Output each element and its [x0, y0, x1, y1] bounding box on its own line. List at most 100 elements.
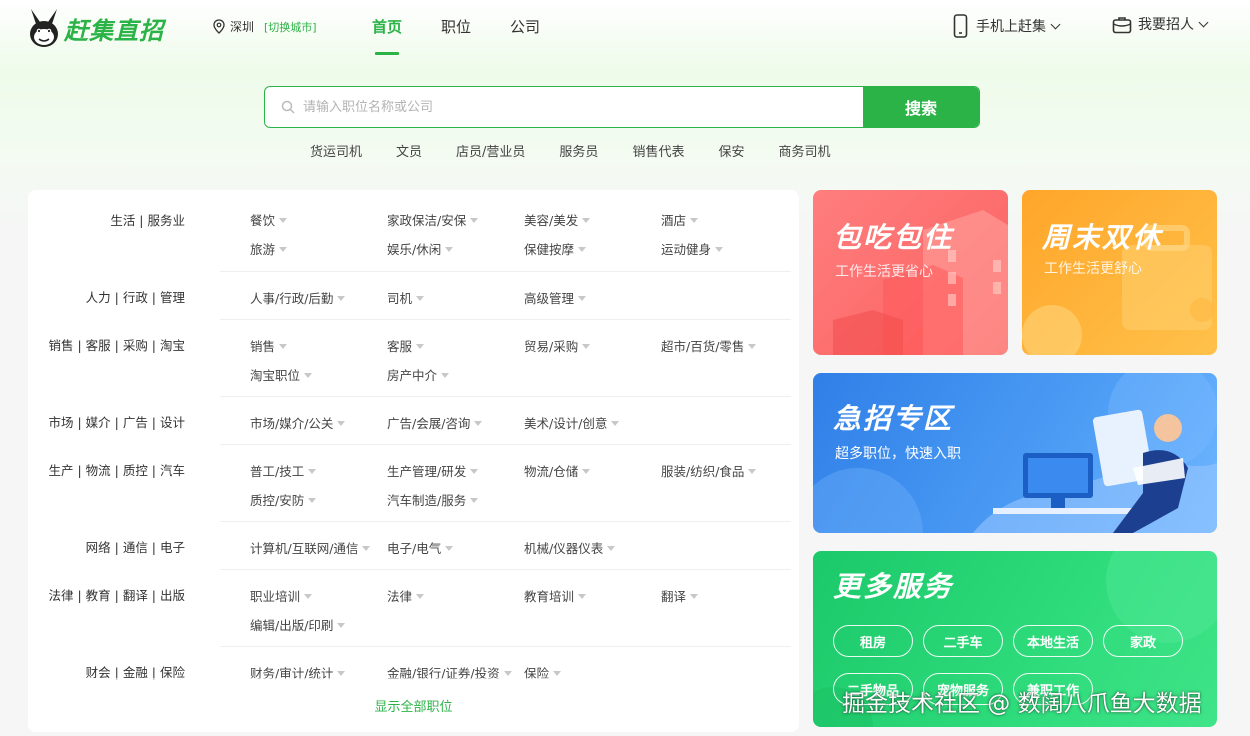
- hot-keyword[interactable]: 货运司机: [310, 141, 362, 160]
- location-pin-icon: [213, 19, 225, 34]
- job-link[interactable]: 高级管理: [524, 288, 587, 307]
- job-label: 超市/百货/零售: [661, 339, 745, 354]
- category-row: 市场 | 媒介 | 广告 | 设计 市场/媒介/公关 广告/会展/咨询 美术/设…: [28, 397, 799, 445]
- job-link[interactable]: 教育培训: [524, 586, 587, 605]
- banner-title: 更多服务: [833, 570, 954, 603]
- job-label: 物流/仓储: [524, 464, 579, 479]
- hot-keywords: 货运司机 文员 店员/营业员 服务员 销售代表 保安 商务司机: [310, 141, 864, 160]
- nav-home[interactable]: 首页: [372, 16, 402, 55]
- hot-keyword[interactable]: 保安: [718, 141, 744, 160]
- job-link[interactable]: 淘宝职位: [250, 365, 313, 384]
- triangle-down-icon: [304, 372, 313, 378]
- service-button-housekeeping[interactable]: 家政: [1103, 625, 1183, 657]
- job-label: 机械/仪器仪表: [524, 541, 604, 556]
- category-name: 市场 | 媒介 | 广告 | 设计: [48, 415, 185, 430]
- category-items: 普工/技工 生产管理/研发 物流/仓储 服装/纺织/食品 质控/安防 汽车制造/…: [220, 445, 791, 522]
- triangle-down-icon: [582, 217, 591, 223]
- job-link[interactable]: 市场/媒介/公关: [250, 413, 346, 432]
- job-label: 销售: [250, 339, 276, 354]
- job-link[interactable]: 贸易/采购: [524, 336, 591, 355]
- hot-keyword[interactable]: 商务司机: [778, 141, 830, 160]
- job-link[interactable]: 餐饮: [250, 210, 288, 229]
- mobile-app-menu[interactable]: 手机上赶集: [953, 14, 1061, 38]
- job-link[interactable]: 质控/安防: [250, 490, 317, 509]
- job-link[interactable]: 普工/技工: [250, 461, 317, 480]
- job-link[interactable]: 家政保洁/安保: [387, 210, 479, 229]
- hot-keyword[interactable]: 销售代表: [632, 141, 684, 160]
- logo[interactable]: 赶集直招: [26, 6, 164, 50]
- triangle-down-icon: [279, 217, 288, 223]
- job-label: 市场/媒介/公关: [250, 416, 334, 431]
- triangle-down-icon: [748, 468, 757, 474]
- hot-keyword[interactable]: 服务员: [559, 141, 598, 160]
- job-label: 高级管理: [524, 291, 575, 306]
- category-row: 销售 | 客服 | 采购 | 淘宝 销售 客服 贸易/采购 超市/百货/零售 淘…: [28, 320, 799, 397]
- job-label: 电子/电气: [387, 541, 442, 556]
- job-link[interactable]: 汽车制造/服务: [387, 490, 479, 509]
- job-link[interactable]: 计算机/互联网/通信: [250, 538, 371, 557]
- search-button[interactable]: 搜索: [863, 87, 979, 127]
- recruit-menu[interactable]: 我要招人: [1112, 14, 1209, 34]
- job-link[interactable]: 服装/纺织/食品: [661, 461, 757, 480]
- nav-jobs[interactable]: 职位: [441, 16, 471, 37]
- switch-city-link[interactable]: [切换城市]: [264, 19, 317, 35]
- nav-companies[interactable]: 公司: [510, 16, 540, 37]
- job-label: 美术/设计/创意: [524, 416, 608, 431]
- job-link[interactable]: 职业培训: [250, 586, 313, 605]
- triangle-down-icon: [337, 622, 346, 628]
- hot-keyword[interactable]: 文员: [396, 141, 422, 160]
- weekend-off-banner[interactable]: 周末双休 工作生活更舒心: [1022, 190, 1217, 355]
- triangle-down-icon: [582, 468, 591, 474]
- job-link[interactable]: 生产管理/研发: [387, 461, 479, 480]
- job-link[interactable]: 司机: [387, 288, 425, 307]
- hot-keyword[interactable]: 店员/营业员: [456, 141, 525, 160]
- category-items: 人事/行政/后勤 司机 高级管理: [220, 272, 791, 320]
- job-label: 翻译: [661, 589, 687, 604]
- banner-title: 包吃包住: [833, 221, 954, 254]
- service-button-local-life[interactable]: 本地生活: [1013, 625, 1093, 657]
- job-link[interactable]: 旅游: [250, 239, 288, 258]
- job-link[interactable]: 机械/仪器仪表: [524, 538, 616, 557]
- rabbit-mascot-icon: [26, 6, 62, 50]
- triangle-down-icon: [503, 670, 512, 676]
- job-link[interactable]: 法律: [387, 586, 425, 605]
- job-label: 编辑/出版/印刷: [250, 618, 334, 633]
- job-link[interactable]: 销售: [250, 336, 288, 355]
- chevron-down-icon: [1198, 17, 1209, 27]
- triangle-down-icon: [308, 468, 317, 474]
- job-link[interactable]: 编辑/出版/印刷: [250, 615, 346, 634]
- board-lodging-banner[interactable]: 包吃包住 工作生活更省心: [813, 190, 1008, 355]
- job-link[interactable]: 酒店: [661, 210, 699, 229]
- job-link[interactable]: 美容/美发: [524, 210, 591, 229]
- category-items: 职业培训 法律 教育培训 翻译 编辑/出版/印刷: [220, 570, 791, 647]
- job-link[interactable]: 娱乐/休闲: [387, 239, 454, 258]
- category-name: 生活 | 服务业: [110, 213, 185, 228]
- job-link[interactable]: 运动健身: [661, 239, 724, 258]
- job-label: 教育培训: [524, 589, 575, 604]
- job-link[interactable]: 房产中介: [387, 365, 450, 384]
- search-input[interactable]: [303, 99, 843, 115]
- job-label: 运动健身: [661, 242, 712, 257]
- job-link[interactable]: 客服: [387, 336, 425, 355]
- job-link[interactable]: 广告/会展/咨询: [387, 413, 483, 432]
- category-items: 餐饮 家政保洁/安保 美容/美发 酒店 旅游 娱乐/休闲 保健按摩 运动健身: [220, 190, 791, 272]
- job-link[interactable]: 翻译: [661, 586, 699, 605]
- show-all-jobs-link[interactable]: 显示全部职位: [28, 696, 799, 715]
- job-label: 汽车制造/服务: [387, 493, 467, 508]
- category-row: 法律 | 教育 | 翻译 | 出版 职业培训 法律 教育培训 翻译 编辑/出版/…: [28, 570, 799, 647]
- urgent-hiring-banner[interactable]: 急招专区 超多职位，快速入职: [813, 373, 1217, 533]
- job-link[interactable]: 物流/仓储: [524, 461, 591, 480]
- logo-text: 赶集直招: [64, 16, 164, 45]
- service-button-rent[interactable]: 租房: [833, 625, 913, 657]
- job-link[interactable]: 保健按摩: [524, 239, 587, 258]
- job-link[interactable]: 电子/电气: [387, 538, 454, 557]
- job-link[interactable]: 超市/百货/零售: [661, 336, 757, 355]
- triangle-down-icon: [337, 420, 346, 426]
- triangle-down-icon: [470, 468, 479, 474]
- job-link[interactable]: 人事/行政/后勤: [250, 288, 346, 307]
- service-button-used-car[interactable]: 二手车: [923, 625, 1003, 657]
- job-link[interactable]: 美术/设计/创意: [524, 413, 620, 432]
- banner-subtitle: 工作生活更舒心: [1044, 261, 1142, 277]
- triangle-down-icon: [690, 217, 699, 223]
- current-city: 深圳: [230, 20, 255, 34]
